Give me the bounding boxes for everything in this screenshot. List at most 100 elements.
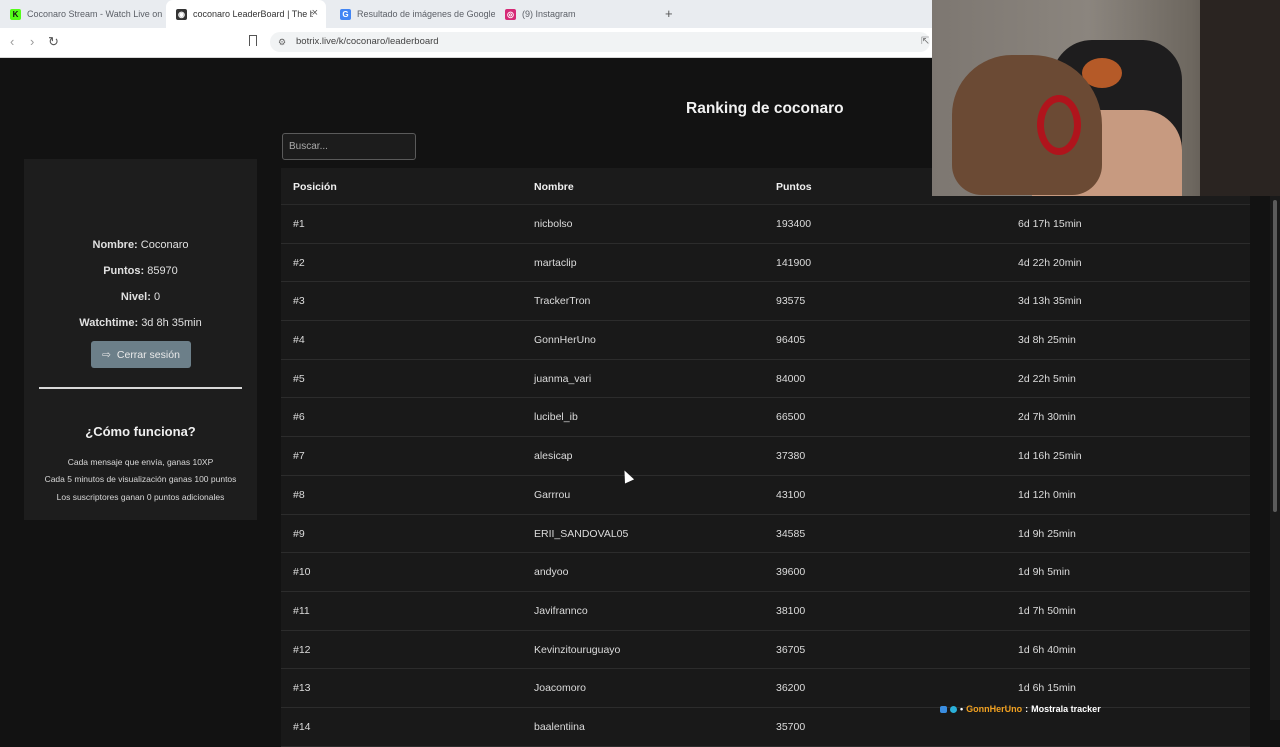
logout-button[interactable]: ⇨ Cerrar sesión bbox=[91, 341, 191, 368]
row-name: baalentiina bbox=[534, 720, 585, 733]
row-position: #13 bbox=[293, 682, 311, 695]
row-watchtime: 1d 7h 50min bbox=[1018, 604, 1076, 617]
kick-badge-icon bbox=[940, 705, 947, 713]
header-points[interactable]: Puntos bbox=[776, 181, 812, 193]
tracker-message: Mostrala tracker bbox=[1031, 704, 1101, 714]
tab-leaderboard[interactable]: ◉ coconaro LeaderBoard | The bes × bbox=[166, 0, 326, 28]
tab-instagram[interactable]: ◎ (9) Instagram bbox=[495, 0, 660, 28]
site-info-icon[interactable]: ⚙ bbox=[278, 32, 286, 52]
tab-title: Resultado de imágenes de Google bbox=[357, 9, 495, 19]
headset-icon bbox=[1037, 95, 1081, 155]
row-name: Joacomoro bbox=[534, 682, 586, 695]
profile-points-line: Puntos: 85970 bbox=[24, 265, 257, 277]
back-arrow-icon[interactable]: ‹ bbox=[10, 34, 14, 49]
row-points: 93575 bbox=[776, 295, 806, 308]
tab-kick-stream[interactable]: K Coconaro Stream - Watch Live on Ki bbox=[0, 0, 163, 28]
header-name[interactable]: Nombre bbox=[534, 181, 574, 193]
table-row: #8 Garrrou 43100 1d 12h 0min bbox=[281, 475, 1250, 515]
tab-google-images[interactable]: G Resultado de imágenes de Google bbox=[330, 0, 495, 28]
tab-title: coconaro LeaderBoard | The bes bbox=[193, 9, 313, 19]
table-row: #4 GonnHerUno 96405 3d 8h 25min bbox=[281, 321, 1250, 360]
row-name: juanma_vari bbox=[534, 372, 592, 385]
table-row: #14 baalentiina 35700 bbox=[281, 707, 1250, 747]
row-points: 34585 bbox=[776, 527, 806, 540]
instagram-favicon-icon: ◎ bbox=[505, 8, 516, 20]
how-it-works-line: Los suscriptores ganan 0 puntos adiciona… bbox=[56, 492, 225, 502]
row-position: #8 bbox=[293, 488, 305, 501]
forward-arrow-icon[interactable]: › bbox=[30, 34, 34, 49]
row-position: #1 bbox=[293, 218, 305, 230]
address-bar-row: ‹ › ↻ ⚙ botrix.live/k/coconaro/leaderboa… bbox=[0, 28, 932, 58]
row-points: 84000 bbox=[776, 372, 806, 385]
row-name: Kevinzitouruguayo bbox=[534, 643, 621, 656]
row-points: 43100 bbox=[776, 488, 806, 501]
row-watchtime: 1d 9h 25min bbox=[1018, 527, 1076, 540]
how-it-works-title: ¿Cómo funciona? bbox=[85, 424, 196, 439]
row-points: 96405 bbox=[776, 334, 806, 347]
profile-level-line: Nivel: 0 bbox=[24, 291, 257, 303]
bookmark-icon[interactable] bbox=[249, 35, 257, 46]
search-input[interactable] bbox=[282, 133, 416, 160]
row-name: nicbolso bbox=[534, 218, 573, 230]
header-position[interactable]: Posición bbox=[293, 181, 337, 193]
row-name: lucibel_ib bbox=[534, 411, 578, 424]
row-points: 38100 bbox=[776, 604, 806, 617]
row-position: #10 bbox=[293, 566, 311, 579]
url-field[interactable]: ⚙ botrix.live/k/coconaro/leaderboard bbox=[270, 32, 930, 52]
table-row: #2 martaclip 141900 4d 22h 20min bbox=[281, 243, 1250, 283]
row-watchtime: 1d 6h 15min bbox=[1018, 682, 1076, 695]
botrix-favicon-icon: ◉ bbox=[176, 8, 187, 20]
row-watchtime: 1d 6h 40min bbox=[1018, 643, 1076, 656]
row-watchtime: 1d 12h 0min bbox=[1018, 488, 1076, 501]
row-position: #14 bbox=[293, 720, 311, 733]
table-row: #5 juanma_vari 84000 2d 22h 5min bbox=[281, 359, 1250, 399]
row-position: #5 bbox=[293, 372, 305, 385]
reload-icon[interactable]: ↻ bbox=[48, 34, 59, 50]
level-value: 0 bbox=[153, 291, 161, 303]
page-title: Ranking de coconaro bbox=[686, 100, 844, 117]
emote-icon bbox=[950, 705, 957, 713]
tab-title: (9) Instagram bbox=[522, 9, 576, 19]
row-name: Garrrou bbox=[534, 488, 571, 501]
points-value: 85970 bbox=[147, 265, 178, 277]
points-label: Puntos: bbox=[103, 265, 145, 277]
table-row: #9 ERII_SANDOVAL05 34585 1d 9h 25min bbox=[281, 514, 1250, 554]
scrollbar-thumb[interactable] bbox=[1273, 200, 1277, 512]
tracker-overlay: • GonnHerUno : Mostrala tracker bbox=[940, 704, 1101, 714]
row-watchtime: 3d 13h 35min bbox=[1018, 295, 1082, 308]
table-row: #13 Joacomoro 36200 1d 6h 15min bbox=[281, 669, 1250, 708]
row-position: #11 bbox=[293, 604, 310, 617]
new-tab-button[interactable]: + bbox=[665, 6, 673, 21]
table-row: #7 alesicap 37380 1d 16h 25min bbox=[281, 437, 1250, 476]
leaderboard-table: Posición Nombre Puntos #1 nicbolso 193400 6… bbox=[281, 168, 1250, 747]
table-row: #3 TrackerTron 93575 3d 13h 35min bbox=[281, 282, 1250, 322]
row-points: 39600 bbox=[776, 566, 806, 579]
table-row: #1 nicbolso 193400 6d 17h 15min bbox=[281, 205, 1250, 244]
row-watchtime: 6d 17h 15min bbox=[1018, 218, 1082, 230]
close-tab-icon[interactable]: × bbox=[312, 7, 318, 19]
row-points: 66500 bbox=[776, 411, 806, 424]
how-it-works-line: Cada mensaje que envía, ganas 10XP bbox=[67, 457, 214, 467]
name-value: Coconaro bbox=[140, 239, 189, 251]
kick-favicon-icon: K bbox=[10, 8, 21, 20]
row-position: #4 bbox=[293, 334, 305, 347]
row-position: #3 bbox=[293, 295, 305, 308]
row-name: TrackerTron bbox=[534, 295, 591, 308]
watchtime-value: 3d 8h 35min bbox=[141, 317, 202, 329]
tracker-separator: : bbox=[1025, 704, 1029, 714]
tab-title: Coconaro Stream - Watch Live on Ki bbox=[27, 9, 163, 19]
name-label: Nombre: bbox=[92, 239, 138, 251]
table-row: #11 Javifrannco 38100 1d 7h 50min bbox=[281, 591, 1250, 631]
tracker-username: GonnHerUno bbox=[966, 704, 1023, 714]
row-position: #7 bbox=[293, 450, 305, 463]
row-position: #12 bbox=[293, 643, 311, 656]
row-points: 37380 bbox=[776, 450, 806, 463]
share-icon[interactable]: ⇱ bbox=[921, 36, 929, 47]
row-position: #2 bbox=[293, 256, 305, 269]
row-position: #9 bbox=[293, 527, 305, 540]
profile-name-line: Nombre: Coconaro bbox=[24, 239, 257, 251]
row-watchtime: 2d 22h 5min bbox=[1018, 372, 1076, 385]
row-name: alesicap bbox=[534, 450, 573, 463]
webcam-overlay bbox=[932, 0, 1280, 196]
bullet-icon: • bbox=[960, 704, 964, 714]
